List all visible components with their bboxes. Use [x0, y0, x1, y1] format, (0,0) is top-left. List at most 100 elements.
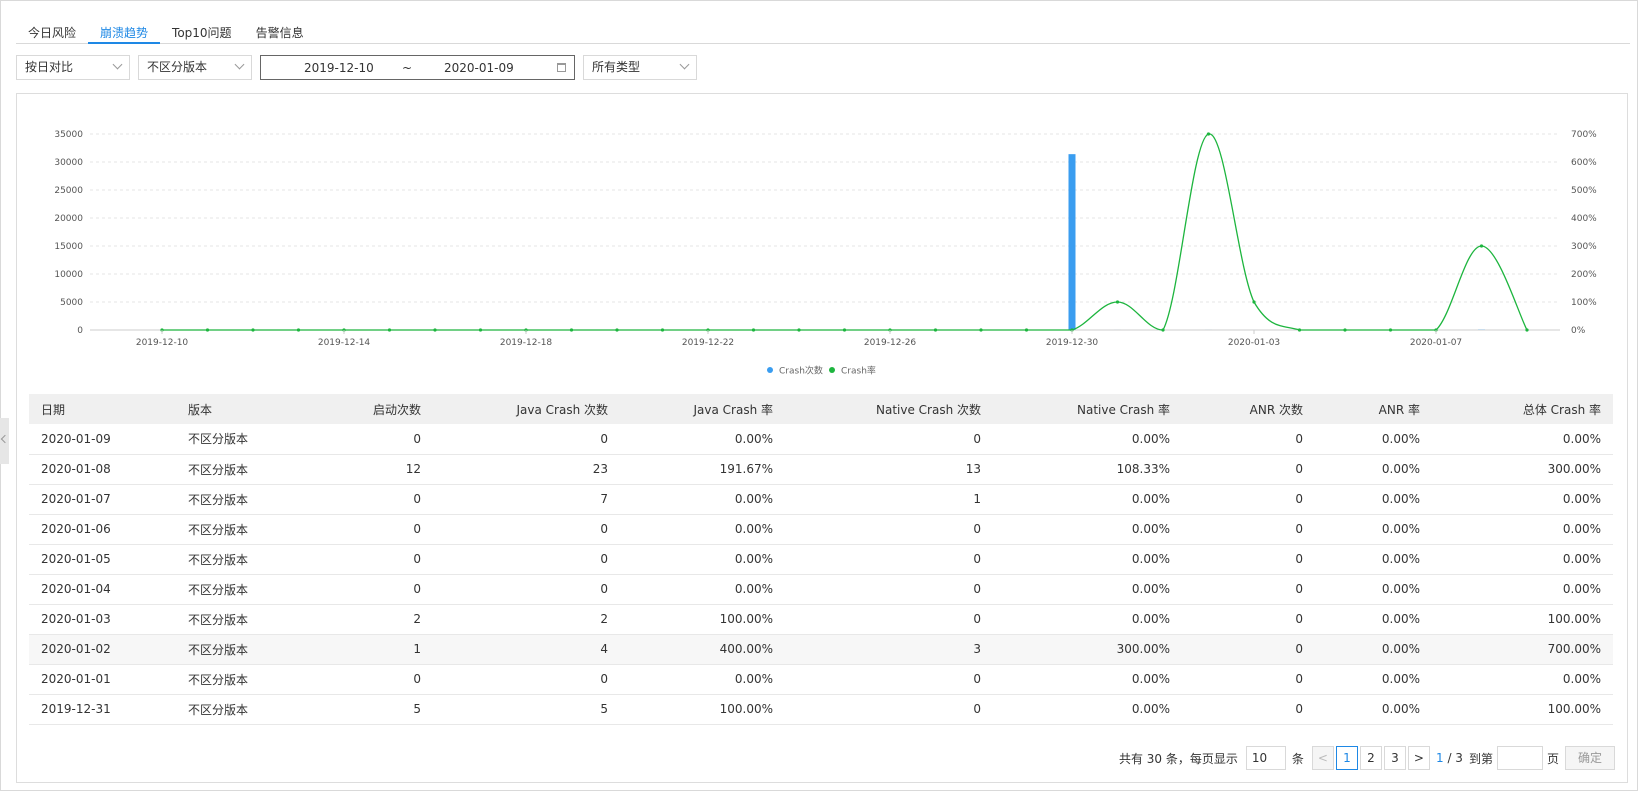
- crash-rate-point: [979, 328, 983, 332]
- table-row: 2020-01-06 不区分版本 0 0 0.00% 0 0.00% 0 0.00% 0.00%: [29, 514, 1613, 545]
- table-cell: 300.00%: [1432, 454, 1613, 485]
- y-right-tick-label: 0%: [1571, 326, 1586, 336]
- crash-rate-point: [1161, 328, 1165, 332]
- table-cell: 0.00%: [1315, 604, 1432, 635]
- table-cell: 2020-01-08: [29, 454, 176, 485]
- crash-rate-point: [751, 328, 756, 332]
- table-cell: 12: [324, 454, 433, 485]
- table-cell: 0: [324, 574, 433, 605]
- table-cell: 0.00%: [1315, 574, 1432, 605]
- column-header: ANR 率: [1315, 394, 1432, 424]
- table-cell: 7: [433, 484, 620, 515]
- table-cell: 100.00%: [620, 604, 785, 635]
- table-cell: 23: [433, 454, 620, 485]
- table-cell: 0: [1182, 574, 1315, 605]
- y-left-tick-label: 5000: [60, 298, 83, 308]
- page-button-1[interactable]: 1: [1335, 746, 1358, 770]
- table-cell: 0.00%: [620, 574, 785, 605]
- table-row: 2020-01-09 不区分版本 0 0 0.00% 0 0.00% 0 0.00% 0.00%: [29, 424, 1613, 455]
- table-row: 2020-01-07 不区分版本 0 7 0.00% 1 0.00% 0 0.00% 0.00%: [29, 484, 1613, 515]
- legend-crash-rate-marker: [829, 367, 835, 373]
- chevron-left-icon: [0, 434, 10, 444]
- table-cell: 不区分版本: [176, 574, 324, 605]
- column-header: Native Crash 次数: [785, 394, 993, 424]
- table-cell: 0: [1182, 424, 1315, 455]
- page-unit: 页: [1546, 751, 1559, 766]
- page-button-3[interactable]: 3: [1383, 746, 1406, 770]
- confirm-button[interactable]: 确定: [1564, 746, 1615, 770]
- prev-page-button[interactable]: <: [1311, 746, 1334, 770]
- table-cell: 0.00%: [1432, 514, 1613, 545]
- table-cell: 0: [785, 544, 993, 575]
- column-header: Native Crash 率: [993, 394, 1182, 424]
- table-cell: 0: [433, 424, 620, 455]
- table-cell: 0: [1182, 454, 1315, 485]
- table-cell: 0.00%: [993, 664, 1182, 695]
- table-cell: 108.33%: [993, 454, 1182, 485]
- table-cell: 191.67%: [620, 454, 785, 485]
- table-cell: 100.00%: [1432, 694, 1613, 725]
- table-cell: 0: [433, 514, 620, 545]
- table-cell: 0: [1182, 544, 1315, 575]
- crash-rate-point: [1525, 328, 1529, 332]
- page-info-current: 1: [1435, 751, 1444, 765]
- crash-rate-point: [1206, 132, 1211, 136]
- column-header: Java Crash 率: [620, 394, 785, 424]
- chart-legend: Crash次数 Crash率: [767, 365, 876, 377]
- legend-crash-count-marker: [767, 367, 773, 373]
- table-cell: 0.00%: [993, 574, 1182, 605]
- total-count-text: 共有 30 条，每页显示: [1118, 751, 1238, 766]
- table-row: 2020-01-05 不区分版本 0 0 0.00% 0 0.00% 0 0.00% 0.00%: [29, 544, 1613, 575]
- crash-rate-point: [1024, 328, 1029, 332]
- table-cell: 3: [785, 634, 993, 665]
- table-cell: 不区分版本: [176, 454, 324, 485]
- column-header: 版本: [176, 394, 324, 424]
- table-cell: 0.00%: [620, 424, 785, 455]
- table-cell: 0: [324, 544, 433, 575]
- table-cell: 700.00%: [1432, 634, 1613, 665]
- crash-rate-point: [296, 328, 301, 332]
- table-cell: 0: [1182, 694, 1315, 725]
- crash-rate-point: [933, 328, 938, 332]
- crash-rate-point: [1297, 328, 1302, 332]
- table-cell: 0.00%: [1315, 454, 1432, 485]
- table-cell: 不区分版本: [176, 484, 324, 515]
- y-left-tick-label: 0: [77, 326, 83, 336]
- table-cell: 1: [324, 634, 433, 665]
- y-left-tick-label: 30000: [54, 158, 83, 168]
- table-cell: 0: [785, 604, 993, 635]
- table-row: 2020-01-03 不区分版本 2 2 100.00% 0 0.00% 0 0.00% 100.…: [29, 604, 1613, 635]
- page-size-unit: 条: [1291, 751, 1304, 766]
- page-size-select[interactable]: 10: [1245, 746, 1286, 770]
- next-page-button[interactable]: >: [1407, 746, 1430, 770]
- legend-crash-count: Crash次数: [779, 365, 823, 377]
- table-cell: 0.00%: [1432, 544, 1613, 575]
- table-cell: 0: [785, 424, 993, 455]
- goto-page-input[interactable]: [1496, 746, 1543, 770]
- page-button-2[interactable]: 2: [1359, 746, 1382, 770]
- table-cell: 0.00%: [1432, 574, 1613, 605]
- y-left-tick-label: 25000: [54, 186, 83, 196]
- table-cell: 0.00%: [993, 604, 1182, 635]
- crash-rate-point: [1115, 300, 1120, 304]
- table-cell: 0: [785, 514, 993, 545]
- crash-rate-point: [842, 328, 847, 332]
- collapse-handle[interactable]: [0, 418, 10, 464]
- table-cell: 4: [433, 634, 620, 665]
- table-cell: 0: [1182, 664, 1315, 695]
- crash-rate-point: [1252, 300, 1256, 304]
- column-header: Java Crash 次数: [433, 394, 620, 424]
- table-cell: 13: [785, 454, 993, 485]
- table-cell: 300.00%: [993, 634, 1182, 665]
- table-cell: 0.00%: [993, 484, 1182, 515]
- table-cell: 0: [1182, 634, 1315, 665]
- crash-table: 日期 版本 启动次数 Java Crash 次数 Java Crash 率 Native …: [29, 394, 1613, 725]
- table-cell: 0: [1182, 514, 1315, 545]
- y-left-tick-label: 10000: [54, 270, 83, 280]
- table-cell: 2020-01-04: [29, 574, 176, 605]
- table-cell: 0.00%: [993, 694, 1182, 725]
- table-cell: 不区分版本: [176, 634, 324, 665]
- table-cell: 0.00%: [1315, 634, 1432, 665]
- x-tick-label: 2020-01-07: [1410, 338, 1462, 348]
- table-row: 2020-01-01 不区分版本 0 0 0.00% 0 0.00% 0 0.00% 0.00%: [29, 664, 1613, 695]
